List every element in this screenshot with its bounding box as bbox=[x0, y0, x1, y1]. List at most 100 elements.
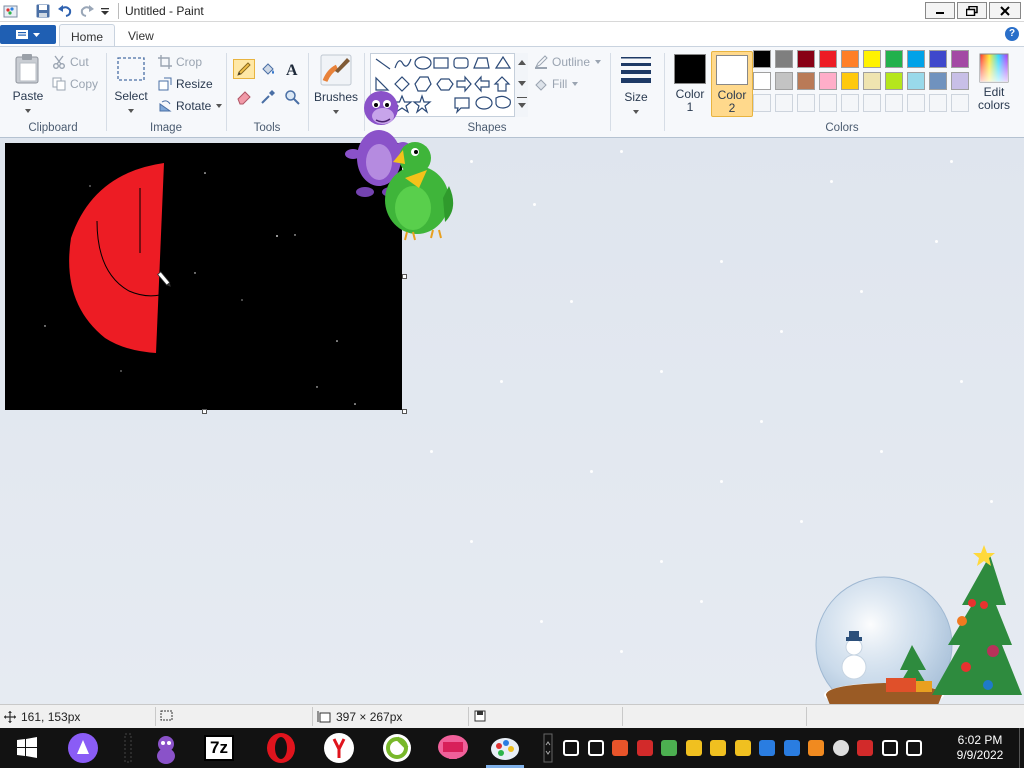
bonzi-taskbar-icon[interactable] bbox=[150, 732, 182, 764]
palette-swatch-empty[interactable] bbox=[797, 94, 815, 112]
palette-swatch-empty[interactable] bbox=[863, 94, 881, 112]
text-tool-icon[interactable]: A bbox=[281, 59, 303, 79]
snowflake-tray-icon[interactable] bbox=[587, 740, 604, 756]
ribbon-separator bbox=[610, 53, 611, 131]
color-picker-icon[interactable] bbox=[257, 87, 279, 107]
palette-swatch[interactable] bbox=[951, 72, 969, 90]
palette-swatch[interactable] bbox=[951, 50, 969, 68]
palette-swatch[interactable] bbox=[885, 50, 903, 68]
palette-swatch[interactable] bbox=[775, 50, 793, 68]
palette-swatch-empty[interactable] bbox=[907, 94, 925, 112]
yellow-tray-icon[interactable] bbox=[685, 740, 702, 756]
copy-button[interactable]: Copy bbox=[52, 74, 98, 94]
shapes-scroll[interactable] bbox=[514, 53, 528, 117]
blue-tray-icon[interactable] bbox=[759, 740, 775, 756]
bird-tray-icon[interactable] bbox=[661, 740, 677, 756]
palette-swatch[interactable] bbox=[753, 50, 771, 68]
palette-swatch[interactable] bbox=[841, 50, 859, 68]
restore-button[interactable] bbox=[957, 2, 987, 19]
palette-swatch-empty[interactable] bbox=[841, 94, 859, 112]
gear-tray-icon[interactable] bbox=[783, 740, 800, 756]
magnifier-icon[interactable] bbox=[281, 87, 303, 107]
color2-button[interactable]: Color 2 bbox=[711, 51, 753, 117]
tab-home[interactable]: Home bbox=[59, 24, 116, 46]
volume-tray-icon[interactable] bbox=[906, 740, 922, 756]
color1-button[interactable]: Color 1 bbox=[670, 51, 710, 117]
ribbon-separator bbox=[308, 53, 309, 131]
task-view-icon[interactable] bbox=[112, 732, 144, 764]
alice-assistant-icon[interactable] bbox=[67, 732, 99, 764]
paint-taskbar-icon[interactable] bbox=[489, 732, 521, 764]
save-icon[interactable] bbox=[35, 3, 51, 19]
tab-view[interactable]: View bbox=[117, 24, 165, 46]
crop-button[interactable]: Crop bbox=[158, 52, 202, 72]
colorful-tray-icon[interactable] bbox=[612, 740, 628, 756]
snow-globe-widget[interactable] bbox=[812, 545, 1024, 722]
resize-handle-right[interactable] bbox=[402, 274, 407, 279]
undo-icon[interactable] bbox=[57, 3, 73, 19]
palette-swatch[interactable] bbox=[819, 72, 837, 90]
outline-button[interactable]: Outline bbox=[534, 52, 602, 72]
download-manager-icon[interactable] bbox=[381, 732, 413, 764]
resize-button[interactable]: Resize bbox=[158, 74, 213, 94]
emoji-tray-icon[interactable] bbox=[710, 740, 726, 756]
palette-swatch[interactable] bbox=[929, 50, 947, 68]
eye-tray-icon[interactable] bbox=[734, 740, 751, 756]
palette-swatch[interactable] bbox=[907, 50, 925, 68]
cut-button[interactable]: Cut bbox=[52, 52, 89, 72]
palette-swatch-empty[interactable] bbox=[885, 94, 903, 112]
red-tray-icon[interactable] bbox=[636, 740, 653, 756]
palette-swatch-empty[interactable] bbox=[951, 94, 969, 112]
fill-bucket-icon[interactable] bbox=[257, 59, 279, 79]
palette-swatch[interactable] bbox=[797, 72, 815, 90]
size-button[interactable]: Size bbox=[616, 53, 656, 118]
palette-swatch[interactable] bbox=[753, 72, 771, 90]
paste-button[interactable]: Paste bbox=[8, 53, 48, 117]
palette-swatch[interactable] bbox=[929, 72, 947, 90]
close-button[interactable] bbox=[989, 2, 1021, 19]
palette-swatch[interactable] bbox=[863, 72, 881, 90]
flag-tray-icon[interactable] bbox=[857, 740, 873, 756]
palette-swatch-empty[interactable] bbox=[819, 94, 837, 112]
status-separator bbox=[155, 707, 156, 726]
palette-swatch[interactable] bbox=[863, 50, 881, 68]
rotate-button[interactable]: Rotate bbox=[158, 96, 223, 116]
snowflake-tray-icon[interactable] bbox=[563, 740, 579, 756]
resize-handle-bottom[interactable] bbox=[202, 409, 207, 414]
help-icon[interactable]: ? bbox=[1005, 27, 1019, 41]
fill-button[interactable]: Fill bbox=[534, 74, 579, 94]
fast-video-icon[interactable] bbox=[437, 732, 469, 764]
start-button[interactable] bbox=[11, 732, 43, 764]
eraser-icon[interactable] bbox=[233, 87, 255, 107]
resize-handle-corner[interactable] bbox=[402, 409, 407, 414]
palette-swatch-empty[interactable] bbox=[929, 94, 947, 112]
yandex-browser-icon[interactable] bbox=[323, 732, 355, 764]
taskbar-overflow-icon[interactable] bbox=[540, 732, 556, 764]
sevenzip-icon[interactable]: 7z bbox=[203, 732, 235, 764]
palette-swatch[interactable] bbox=[885, 72, 903, 90]
network-tray-icon[interactable] bbox=[881, 740, 898, 756]
minus-tray-icon[interactable] bbox=[832, 740, 849, 756]
palette-swatch-empty[interactable] bbox=[775, 94, 793, 112]
select-button[interactable]: Select bbox=[112, 55, 150, 117]
palette-swatch-empty[interactable] bbox=[753, 94, 771, 112]
palette-swatch[interactable] bbox=[819, 50, 837, 68]
paint-app-icon[interactable] bbox=[3, 3, 19, 19]
clock-date: 9/9/2022 bbox=[956, 748, 1004, 762]
palette-swatch[interactable] bbox=[907, 72, 925, 90]
palette-swatch[interactable] bbox=[841, 72, 859, 90]
file-menu-button[interactable] bbox=[0, 25, 56, 44]
opera-icon[interactable] bbox=[265, 732, 297, 764]
redo-icon[interactable] bbox=[79, 3, 95, 19]
snowflake bbox=[720, 480, 723, 483]
edit-colors-button[interactable]: Edit colors bbox=[975, 53, 1013, 112]
green-parrot-buddy[interactable] bbox=[375, 138, 457, 242]
search-tray-icon[interactable] bbox=[808, 740, 824, 756]
clock[interactable]: 6:02 PM 9/9/2022 bbox=[940, 733, 1020, 763]
customize-quick-access-icon[interactable] bbox=[99, 3, 115, 19]
pencil-tool-icon[interactable] bbox=[233, 59, 255, 79]
palette-swatch[interactable] bbox=[797, 50, 815, 68]
minimize-button[interactable] bbox=[925, 2, 955, 19]
palette-swatch[interactable] bbox=[775, 72, 793, 90]
show-desktop-button[interactable] bbox=[1019, 728, 1024, 768]
